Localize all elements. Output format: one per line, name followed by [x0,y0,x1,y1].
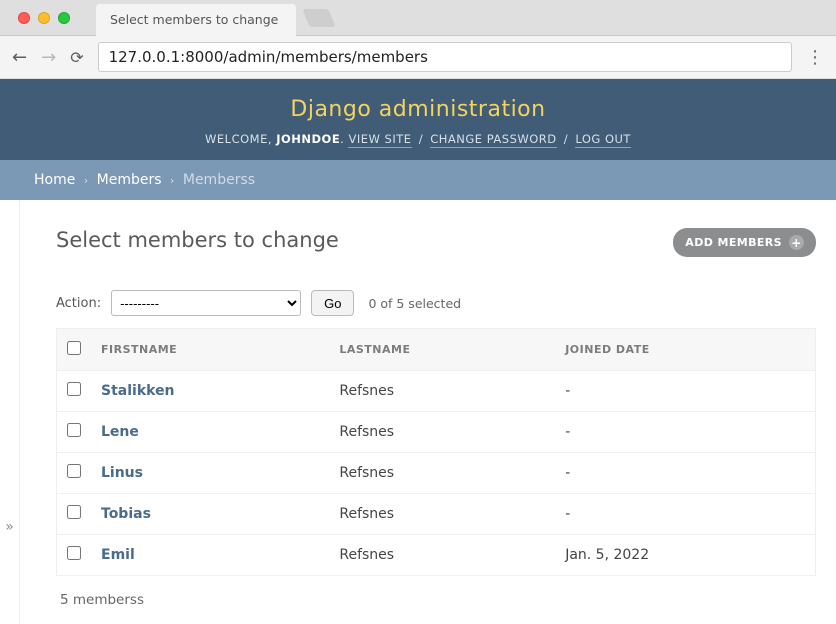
breadcrumb-app[interactable]: Members [97,172,162,188]
selection-counter: 0 of 5 selected [368,296,461,311]
forward-icon[interactable]: → [41,47,56,68]
row-checkbox-cell [57,412,92,453]
maximize-window-button[interactable] [58,12,70,24]
add-members-button[interactable]: ADD MEMBERS + [673,228,816,257]
breadcrumb-home[interactable]: Home [34,172,75,188]
user-tools: WELCOME, JOHNDOE. VIEW SITE / CHANGE PAS… [0,132,836,146]
nav-icons: ← → ⟳ [8,47,88,68]
address-bar[interactable]: 127.0.0.1:8000/admin/members/members [98,42,792,72]
firstname-link[interactable]: Tobias [101,506,151,522]
firstname-link[interactable]: Lene [101,424,139,440]
row-checkbox[interactable] [67,423,81,437]
breadcrumb: Home › Members › Memberss [0,160,836,200]
change-password-link[interactable]: CHANGE PASSWORD [430,132,556,148]
username: JOHNDOE [276,132,340,146]
paginator: 5 memberss [56,576,816,624]
tab-row: Select members to change [0,0,836,36]
table-row: Emil RefsnesJan. 5, 2022 [57,535,816,576]
go-button[interactable]: Go [311,290,354,316]
breadcrumb-current: Memberss [183,172,255,188]
sidebar-toggle[interactable]: » [0,200,20,624]
col-joined[interactable]: JOINED DATE [555,329,815,371]
table-row: Lene Refsnes- [57,412,816,453]
firstname-link[interactable]: Stalikken [101,383,175,399]
row-checkbox-cell [57,535,92,576]
object-tools: ADD MEMBERS + [673,228,816,257]
cell-lastname: Refsnes [329,494,555,535]
address-row: ← → ⟳ 127.0.0.1:8000/admin/members/membe… [0,36,836,78]
cell-joined: - [555,412,815,453]
close-window-button[interactable] [18,12,30,24]
action-label: Action: [56,296,101,311]
select-all-header [57,329,92,371]
add-button-label: ADD MEMBERS [685,236,782,249]
django-header: Django administration WELCOME, JOHNDOE. … [0,79,836,160]
firstname-link[interactable]: Emil [101,547,135,563]
cell-firstname: Tobias [91,494,329,535]
table-row: Stalikken Refsnes- [57,371,816,412]
cell-lastname: Refsnes [329,453,555,494]
row-checkbox-cell [57,371,92,412]
view-site-link[interactable]: VIEW SITE [348,132,411,148]
browser-chrome: Select members to change ← → ⟳ 127.0.0.1… [0,0,836,79]
row-checkbox[interactable] [67,546,81,560]
window-controls [10,12,78,24]
site-title: Django administration [0,97,836,122]
table-row: Linus Refsnes- [57,453,816,494]
url-text: 127.0.0.1:8000/admin/members/members [109,48,428,66]
row-checkbox-cell [57,494,92,535]
content: ADD MEMBERS + Select members to change A… [20,200,836,624]
browser-tab[interactable]: Select members to change [96,4,296,36]
cell-joined: - [555,453,815,494]
cell-firstname: Stalikken [91,371,329,412]
table-header-row: FIRSTNAME LASTNAME JOINED DATE [57,329,816,371]
firstname-link[interactable]: Linus [101,465,143,481]
new-tab-button[interactable] [302,9,335,27]
cell-joined: Jan. 5, 2022 [555,535,815,576]
col-firstname[interactable]: FIRSTNAME [91,329,329,371]
cell-lastname: Refsnes [329,371,555,412]
col-lastname[interactable]: LASTNAME [329,329,555,371]
reload-icon[interactable]: ⟳ [70,48,83,67]
cell-joined: - [555,494,815,535]
table-row: Tobias Refsnes- [57,494,816,535]
row-checkbox[interactable] [67,464,81,478]
minimize-window-button[interactable] [38,12,50,24]
cell-firstname: Lene [91,412,329,453]
tab-title: Select members to change [110,12,278,27]
results-table: FIRSTNAME LASTNAME JOINED DATE Stalikken… [56,328,816,576]
row-checkbox[interactable] [67,505,81,519]
welcome-label: WELCOME, [205,132,272,146]
actions-bar: Action: --------- Go 0 of 5 selected [56,290,816,316]
cell-joined: - [555,371,815,412]
cell-lastname: Refsnes [329,412,555,453]
logout-link[interactable]: LOG OUT [575,132,631,148]
content-wrap: » ADD MEMBERS + Select members to change… [0,200,836,624]
cell-firstname: Emil [91,535,329,576]
row-checkbox-cell [57,453,92,494]
plus-icon: + [789,235,804,250]
row-checkbox[interactable] [67,382,81,396]
cell-lastname: Refsnes [329,535,555,576]
select-all-checkbox[interactable] [67,341,81,355]
cell-firstname: Linus [91,453,329,494]
more-icon[interactable]: ⋮ [802,47,828,68]
back-icon[interactable]: ← [12,47,27,68]
action-select[interactable]: --------- [111,290,301,316]
